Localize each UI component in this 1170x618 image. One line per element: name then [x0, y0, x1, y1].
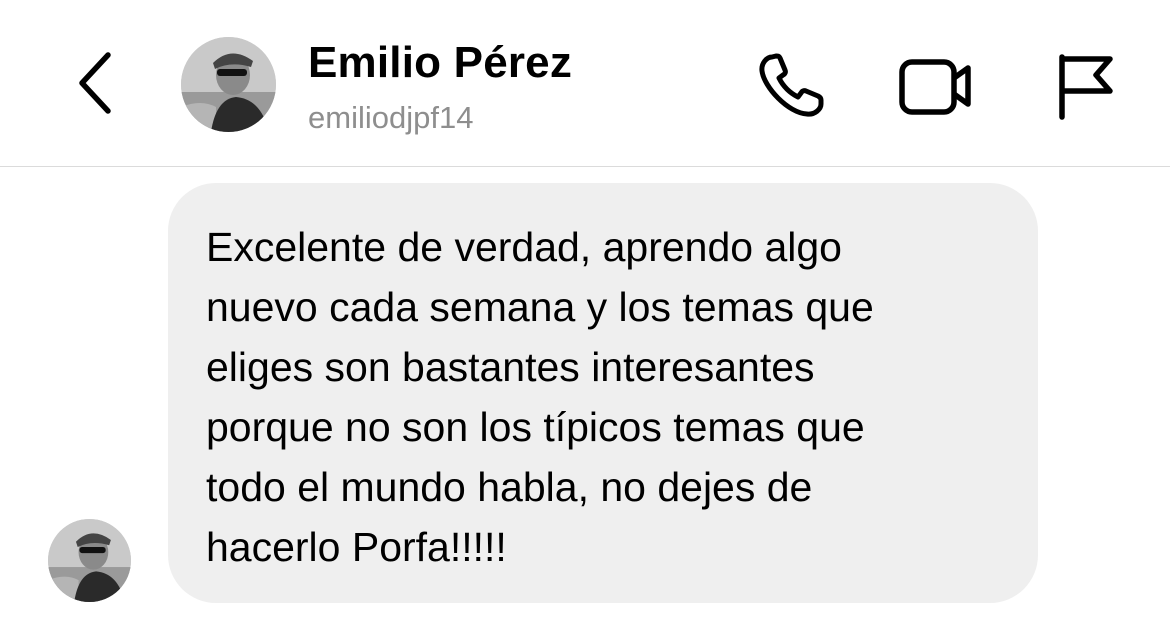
call-button[interactable] — [752, 48, 828, 124]
contact-name[interactable]: Emilio Pérez — [308, 38, 572, 88]
video-call-button[interactable] — [898, 48, 974, 124]
chevron-left-icon — [79, 52, 111, 114]
phone-icon — [759, 53, 824, 117]
sender-avatar[interactable] — [48, 519, 131, 602]
video-camera-icon — [899, 59, 971, 115]
back-button[interactable] — [66, 48, 126, 118]
avatar-photo — [48, 519, 131, 602]
avatar-photo — [181, 37, 276, 132]
chat-header: Emilio Pérez emiliodjpf14 — [0, 0, 1170, 167]
report-button[interactable] — [1046, 48, 1122, 124]
contact-avatar[interactable] — [181, 37, 276, 132]
message-text: Excelente de verdad, aprendo algo nuevo … — [206, 224, 874, 570]
contact-username: emiliodjpf14 — [308, 100, 474, 135]
flag-icon — [1059, 54, 1113, 120]
message-bubble[interactable]: Excelente de verdad, aprendo algo nuevo … — [168, 183, 1038, 603]
